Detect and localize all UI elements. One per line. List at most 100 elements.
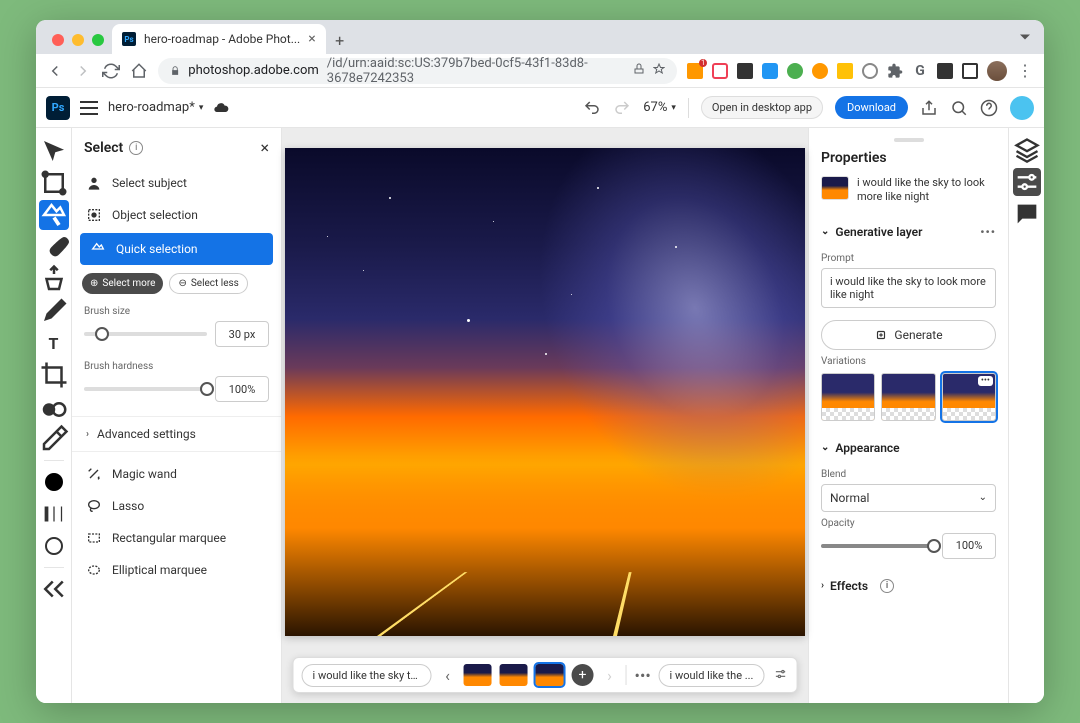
variation-thumbnail[interactable] xyxy=(821,373,875,421)
ext-icon[interactable] xyxy=(762,63,778,79)
layer-thumbnail[interactable] xyxy=(821,176,849,200)
variation-thumb[interactable] xyxy=(500,664,528,686)
ext-icon[interactable] xyxy=(937,63,953,79)
select-subject-item[interactable]: Select subject xyxy=(72,167,281,199)
variation-thumbnail[interactable] xyxy=(881,373,935,421)
extensions-puzzle-icon[interactable] xyxy=(887,63,903,79)
background-color[interactable] xyxy=(45,537,63,555)
foreground-color[interactable] xyxy=(45,473,63,491)
blend-mode-select[interactable]: Normal ⌄ xyxy=(821,484,996,512)
crop-tool-icon[interactable] xyxy=(39,360,69,390)
cloud-sync-icon[interactable] xyxy=(213,100,229,116)
brush-hardness-value[interactable]: 100% xyxy=(215,376,269,402)
window-close[interactable] xyxy=(52,34,64,46)
browser-tab[interactable]: Ps hero-roadmap - Adobe Phot... × xyxy=(112,24,326,54)
help-icon[interactable] xyxy=(980,99,998,117)
prompt-input[interactable] xyxy=(821,268,996,308)
nav-forward-icon[interactable] xyxy=(74,62,92,80)
ext-icon[interactable] xyxy=(812,63,828,79)
properties-panel-icon[interactable] xyxy=(1013,168,1041,196)
brush-size-value[interactable]: 30 px xyxy=(215,321,269,347)
result-chip[interactable]: i would like the ... xyxy=(659,664,765,687)
variation-thumb-selected[interactable] xyxy=(536,664,564,686)
ext-icon[interactable]: 1 xyxy=(687,63,703,79)
rectangular-marquee-item[interactable]: Rectangular marquee xyxy=(72,522,281,554)
clone-tool-icon[interactable] xyxy=(39,264,69,294)
quick-selection-item[interactable]: Quick selection xyxy=(80,233,273,265)
ext-icon[interactable] xyxy=(862,63,878,79)
eyedropper-tool-icon[interactable] xyxy=(39,424,69,454)
brush-hardness-slider[interactable] xyxy=(84,387,207,391)
select-less-button[interactable]: ⊖Select less xyxy=(169,273,247,294)
opacity-slider[interactable] xyxy=(821,544,934,548)
generative-layer-section[interactable]: ⌄ Generative layer ••• xyxy=(821,217,996,247)
object-selection-item[interactable]: Object selection xyxy=(72,199,281,231)
comments-panel-icon[interactable] xyxy=(1013,200,1041,228)
variation-thumbnail-selected[interactable]: ••• xyxy=(942,373,996,421)
opacity-value[interactable]: 100% xyxy=(942,533,996,559)
photoshop-logo[interactable]: Ps xyxy=(46,96,70,120)
url-field[interactable]: photoshop.adobe.com/id/urn:aaid:sc:US:37… xyxy=(158,58,677,84)
user-avatar[interactable] xyxy=(1010,96,1034,120)
browser-menu-icon[interactable]: ⋮ xyxy=(1016,62,1034,80)
variation-more-icon[interactable]: ••• xyxy=(978,376,993,386)
ext-icon[interactable] xyxy=(962,63,978,79)
new-tab-button[interactable]: + xyxy=(326,26,354,54)
share-url-icon[interactable] xyxy=(633,63,645,79)
select-more-button[interactable]: ⊕Select more xyxy=(82,273,163,294)
tab-close-icon[interactable]: × xyxy=(308,31,315,47)
section-more-icon[interactable]: ••• xyxy=(980,225,996,239)
advanced-settings-toggle[interactable]: ›Advanced settings xyxy=(72,416,281,452)
nav-home-icon[interactable] xyxy=(130,62,148,80)
brush-size-slider[interactable] xyxy=(84,332,207,336)
ext-evernote-icon[interactable] xyxy=(787,63,803,79)
brush-tool-icon[interactable] xyxy=(39,232,69,262)
redo-icon[interactable] xyxy=(613,99,631,117)
info-icon[interactable]: i xyxy=(129,141,143,155)
open-desktop-button[interactable]: Open in desktop app xyxy=(701,96,823,119)
magic-wand-item[interactable]: Magic wand xyxy=(72,458,281,490)
document-name[interactable]: hero-roadmap* ▾ xyxy=(108,100,203,115)
elliptical-marquee-item[interactable]: Elliptical marquee xyxy=(72,554,281,586)
share-icon[interactable] xyxy=(920,99,938,117)
window-maximize[interactable] xyxy=(92,34,104,46)
ext-icon[interactable] xyxy=(737,63,753,79)
transform-tool-icon[interactable] xyxy=(39,168,69,198)
selection-tool-icon[interactable] xyxy=(39,200,69,230)
ext-pocket-icon[interactable] xyxy=(712,63,728,79)
lasso-item[interactable]: Lasso xyxy=(72,490,281,522)
close-panel-icon[interactable]: × xyxy=(260,138,269,157)
download-button[interactable]: Download xyxy=(835,96,908,119)
ext-google-icon[interactable]: G xyxy=(912,63,928,79)
layers-panel-icon[interactable] xyxy=(1013,136,1041,164)
bookmark-star-icon[interactable] xyxy=(653,63,665,79)
hamburger-menu-icon[interactable] xyxy=(80,101,98,115)
panel-grip[interactable] xyxy=(894,138,924,142)
appearance-section[interactable]: ⌄ Appearance xyxy=(821,433,996,463)
variation-thumb[interactable] xyxy=(464,664,492,686)
collapse-rail-icon[interactable] xyxy=(39,574,69,604)
zoom-level[interactable]: 67%▾ xyxy=(643,100,676,115)
undo-icon[interactable] xyxy=(583,99,601,117)
add-variation-button[interactable]: + xyxy=(572,664,594,686)
search-icon[interactable] xyxy=(950,99,968,117)
info-icon[interactable]: i xyxy=(880,579,894,593)
adjustment-tool-icon[interactable] xyxy=(39,392,69,422)
nav-back-icon[interactable] xyxy=(46,62,64,80)
browser-avatar[interactable] xyxy=(987,61,1007,81)
prev-variation-icon[interactable]: ‹ xyxy=(440,666,456,685)
window-minimize[interactable] xyxy=(72,34,84,46)
stroke-width-icon[interactable] xyxy=(39,499,69,529)
paint-tool-icon[interactable] xyxy=(39,296,69,326)
prompt-chip[interactable]: i would like the sky to... xyxy=(302,664,432,687)
ext-icon[interactable] xyxy=(837,63,853,79)
nav-reload-icon[interactable] xyxy=(102,62,120,80)
generate-button[interactable]: Generate xyxy=(821,320,996,350)
text-tool-icon[interactable]: T xyxy=(39,328,69,358)
effects-section[interactable]: › Effects i xyxy=(821,571,996,601)
next-variation-icon[interactable]: › xyxy=(602,666,618,685)
more-options-icon[interactable]: ••• xyxy=(635,666,651,685)
move-tool-icon[interactable] xyxy=(39,136,69,166)
settings-sliders-icon[interactable] xyxy=(772,666,788,685)
canvas[interactable] xyxy=(285,148,805,636)
